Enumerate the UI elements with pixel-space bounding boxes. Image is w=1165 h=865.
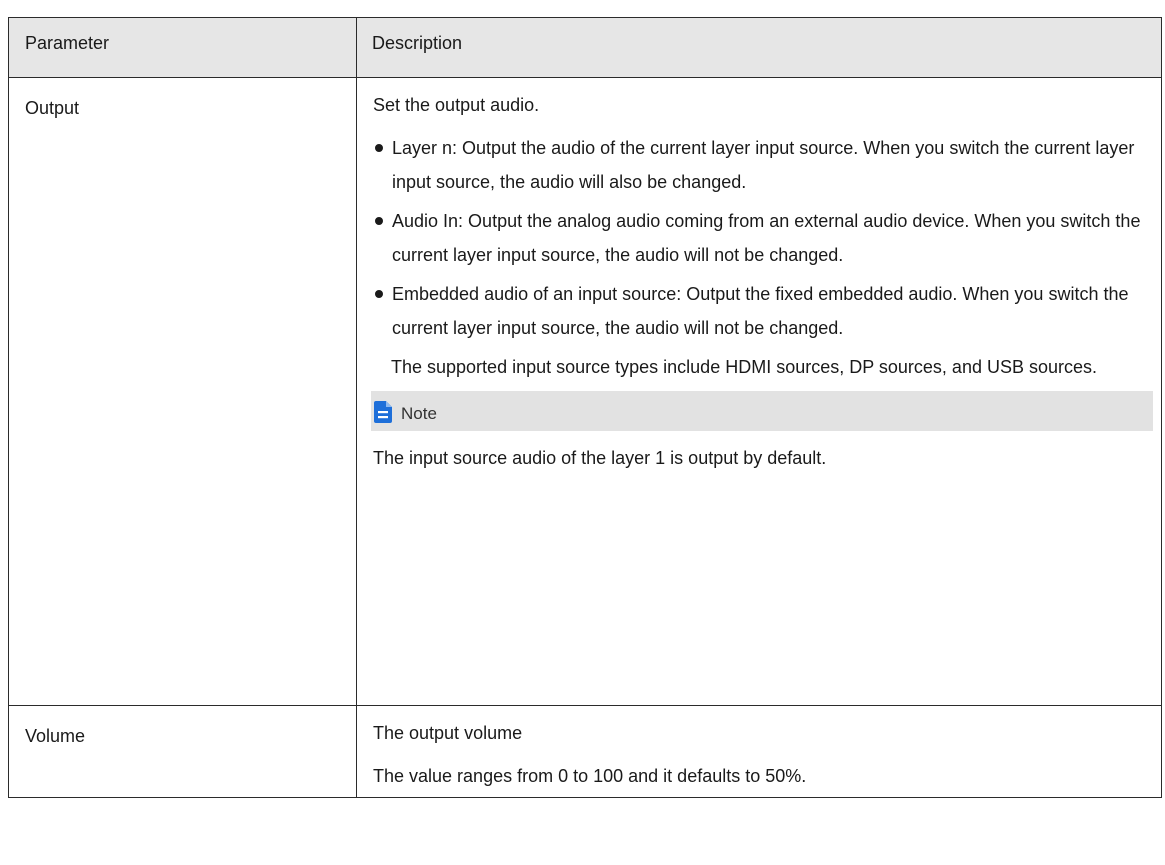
bullet-audio-in: Audio In: Output the analog audio coming…: [371, 204, 1149, 272]
header-parameter: Parameter: [8, 17, 357, 78]
bullet-embedded-audio: Embedded audio of an input source: Outpu…: [371, 277, 1149, 345]
bullet-dot: [375, 290, 383, 298]
output-intro: Set the output audio.: [373, 95, 540, 115]
header-description: Description: [356, 17, 1162, 78]
table-header-row: Parameter Description: [8, 17, 1162, 78]
description-volume: The output volume The value ranges from …: [356, 705, 1162, 798]
note-text: The input source audio of the layer 1 is…: [373, 448, 827, 468]
bullet-text: Layer n: Output the audio of the current…: [392, 138, 1135, 192]
parameter-table: Parameter Description Output Set the out…: [8, 17, 1162, 798]
description-output: Set the output audio. Layer n: Output th…: [356, 77, 1162, 706]
supported-source-types: The supported input source types include…: [391, 357, 1098, 377]
parameter-output: Output: [8, 77, 357, 706]
table-row-volume: Volume The output volume The value range…: [8, 705, 1162, 798]
parameter-volume: Volume: [8, 705, 357, 798]
note-label: Note: [401, 404, 437, 423]
bullet-text: Audio In: Output the analog audio coming…: [392, 211, 1141, 265]
note-document-icon: [374, 400, 392, 423]
bullet-layer-n: Layer n: Output the audio of the current…: [371, 131, 1149, 199]
note-header: Note: [371, 391, 1153, 431]
table-row-output: Output Set the output audio. Layer n: Ou…: [8, 77, 1162, 706]
bullet-text: Embedded audio of an input source: Outpu…: [392, 284, 1129, 338]
volume-line-2: The value ranges from 0 to 100 and it de…: [373, 766, 807, 786]
bullet-dot: [375, 217, 383, 225]
volume-line-1: The output volume: [373, 723, 523, 743]
bullet-dot: [375, 144, 383, 152]
